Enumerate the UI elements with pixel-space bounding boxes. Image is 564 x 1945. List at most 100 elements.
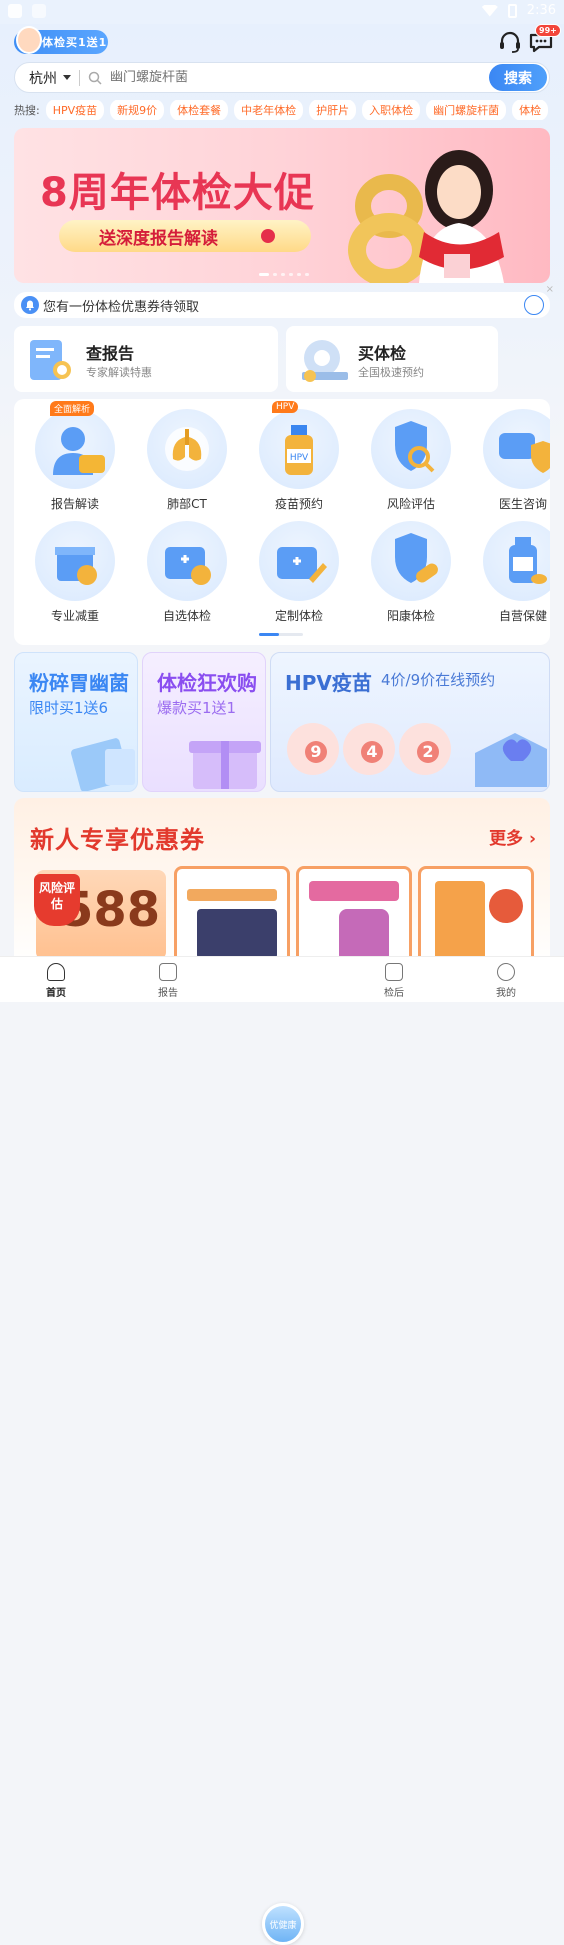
home-icon: [47, 963, 65, 981]
tab-report[interactable]: 报告: [138, 963, 198, 999]
hot-chip[interactable]: HPV疫苗: [45, 100, 105, 120]
search-bar: 杭州 搜索: [14, 62, 550, 93]
grid-item-customized[interactable]: 定制体检: [254, 521, 344, 624]
message-badge: 99+: [535, 24, 561, 37]
hot-chip[interactable]: 体检套餐: [170, 100, 229, 120]
card-title: 买体检: [358, 344, 407, 363]
promo-h-pylori[interactable]: 粉碎胃幽菌 限时买1送6: [14, 652, 138, 792]
promo-tag[interactable]: 体检买1送1: [14, 26, 108, 54]
search-input[interactable]: [110, 70, 549, 85]
status-bar: 2:36: [0, 0, 564, 24]
grid-item-label: 自选体检: [162, 609, 211, 623]
promo-banner[interactable]: 8周年体检大促 送深度报告解读: [14, 128, 550, 283]
risk-assessment-badge[interactable]: 风险评估: [34, 874, 80, 926]
search-button[interactable]: 搜索: [489, 64, 547, 91]
grid-item-label: 肺部CT: [167, 497, 207, 511]
grid-item-doctor-consult[interactable]: 医生咨询: [478, 409, 550, 512]
item-tag: 全面解析: [50, 401, 95, 416]
hot-chip[interactable]: 体检: [512, 100, 549, 120]
doctor-avatar-icon: [16, 26, 42, 54]
grid-item-vaccine[interactable]: HPV HPV 疫苗预约: [254, 401, 344, 512]
center-health-button[interactable]: 优健康: [262, 1903, 304, 1945]
grid-item-label: 医生咨询: [498, 497, 547, 511]
banner-title: 8周年体检大促: [40, 170, 315, 216]
grid-item-label: 报告解读: [50, 497, 99, 511]
tab-label: 检后: [384, 988, 404, 999]
hot-chip[interactable]: 中老年体检: [234, 100, 304, 120]
promo-hpv-vaccine[interactable]: HPV疫苗 4价/9价在线预约 9 4 2: [270, 652, 550, 792]
chat-shield-icon: [499, 433, 550, 473]
product-card[interactable]: [418, 866, 534, 966]
chevron-right-icon[interactable]: [524, 295, 544, 315]
grid-item-label: 阳康体检: [386, 609, 435, 623]
medkit-pen-icon: [277, 547, 327, 583]
grid-item-report-reading[interactable]: 全面解析 报告解读: [30, 401, 120, 512]
grid-item-weight-loss[interactable]: 专业减重: [30, 521, 120, 624]
heart-box-icon: [475, 733, 547, 787]
banner-subtitle[interactable]: 送深度报告解读: [59, 220, 311, 252]
tab-home[interactable]: 首页: [26, 963, 86, 999]
more-link[interactable]: 更多 ›: [489, 824, 536, 849]
promo-title: 粉碎胃幽菌: [29, 671, 129, 695]
promo-subtitle: 爆款买1送1: [157, 699, 237, 717]
buy-checkup-card[interactable]: 买体检 全国极速预约: [286, 326, 498, 392]
vaccine-9-badge: 9: [287, 723, 339, 775]
promo-title: 体检狂欢购: [157, 671, 257, 695]
grid-item-label: 风险评估: [386, 497, 435, 511]
battery-icon: [507, 3, 517, 18]
gift-box-icon: [55, 547, 97, 585]
item-tag: HPV: [272, 401, 299, 413]
app-notification-icon: [8, 4, 22, 18]
banner-pager: [259, 273, 309, 276]
grid-pager: [259, 633, 303, 636]
arrow-right-icon: [261, 229, 275, 243]
wifi-icon: [481, 4, 498, 17]
clipboard-icon: [385, 963, 403, 981]
hot-chip[interactable]: 护肝片: [309, 100, 357, 120]
hot-search-row: 热搜: HPV疫苗 新规9价 体检套餐 中老年体检 护肝片 入职体检 幽门螺旋杆…: [14, 100, 564, 120]
medicine-bottle-icon: [509, 537, 547, 584]
tab-label: 我的: [496, 988, 516, 999]
promo-subtitle: 限时买1送6: [29, 699, 109, 717]
lungs-icon: [165, 427, 209, 471]
grid-item-risk[interactable]: 风险评估: [366, 409, 456, 512]
hot-chip[interactable]: 新规9价: [110, 100, 165, 120]
product-card[interactable]: [296, 866, 412, 966]
tab-mine[interactable]: 我的: [476, 963, 536, 999]
promo-title: HPV疫苗: [285, 671, 372, 695]
headset-icon[interactable]: [497, 31, 523, 53]
promo-subtitle: 4价/9价在线预约: [381, 671, 496, 689]
grid-item-health-products[interactable]: 自营保健: [478, 521, 550, 624]
grid-item-recovery[interactable]: 阳康体检: [366, 521, 456, 624]
product-card[interactable]: [174, 866, 290, 966]
caret-down-icon: [63, 75, 71, 80]
city-selector[interactable]: 杭州: [29, 68, 71, 88]
notification-icon: [32, 4, 46, 18]
promo-checkup-sale[interactable]: 体检狂欢购 爆款买1送1: [142, 652, 266, 792]
tab-label: 报告: [158, 988, 178, 999]
bottom-tab-bar: 首页 报告 优健康 检后 我的: [0, 956, 564, 1945]
new-user-coupon-section: 新人专享优惠券 更多 › 588 风险评估: [14, 798, 550, 968]
coupon-notice[interactable]: 您有一份体检优惠券待领取 ×: [14, 284, 554, 318]
card-subtitle: 专家解读特惠: [86, 366, 152, 379]
test-kit-icon: [71, 738, 135, 791]
shield-pill-icon: [395, 533, 438, 583]
notice-text: 您有一份体检优惠券待领取: [43, 299, 200, 315]
check-report-card[interactable]: 查报告 专家解读特惠: [14, 326, 278, 392]
section-title: 新人专享优惠券: [30, 826, 205, 854]
grid-item-lung-ct[interactable]: 肺部CT: [142, 409, 232, 512]
tab-after-check[interactable]: 检后: [364, 963, 424, 999]
center-button-label: 优健康: [269, 1920, 297, 1931]
vaccine-4-badge: 4: [343, 723, 395, 775]
divider: [79, 69, 80, 86]
hot-chip[interactable]: 幽门螺旋杆菌: [426, 100, 507, 120]
card-subtitle: 全国极速预约: [358, 366, 424, 379]
ct-scanner-icon: [302, 340, 348, 382]
grid-item-custom-pick[interactable]: 自选体检: [142, 521, 232, 624]
shield-search-icon: [395, 421, 435, 473]
close-icon[interactable]: ×: [546, 284, 554, 295]
doctor-icon: [53, 427, 105, 475]
hot-chip[interactable]: 入职体检: [362, 100, 421, 120]
card-title: 查报告: [86, 344, 135, 363]
bell-icon: [21, 296, 39, 314]
